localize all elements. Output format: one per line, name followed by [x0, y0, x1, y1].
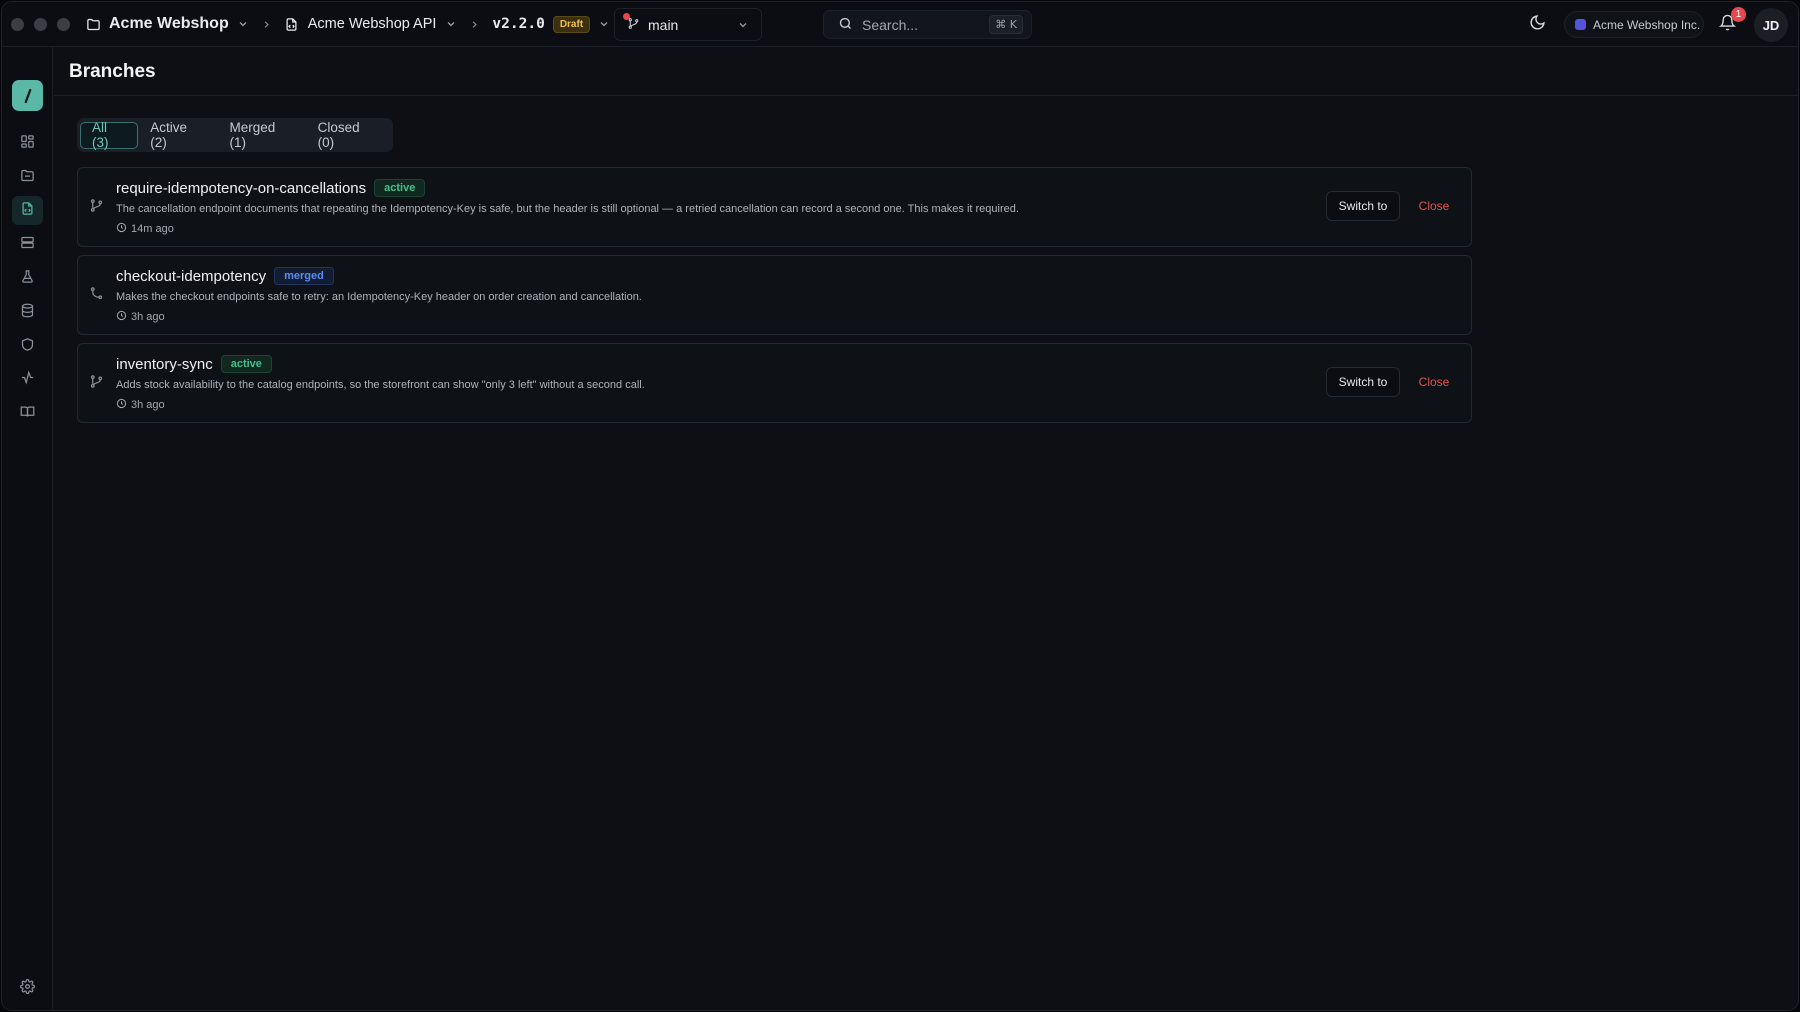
tab-all[interactable]: All (3)	[80, 120, 139, 150]
clock-icon	[116, 398, 127, 412]
page-title: Branches	[69, 60, 156, 82]
chevron-right-icon	[261, 19, 272, 30]
unsaved-indicator	[623, 13, 630, 20]
project-switcher[interactable]: Acme Webshop	[86, 9, 249, 39]
branch-card[interactable]: checkout-idempotency merged Makes the ch…	[77, 255, 1472, 335]
branch-time: 14m ago	[131, 223, 174, 235]
dashboard-icon	[20, 134, 35, 154]
switch-to-button[interactable]: Switch to	[1326, 367, 1400, 397]
sidebar-item-testing[interactable]	[12, 264, 43, 293]
branch-timestamp: 3h ago	[116, 310, 165, 324]
git-branch-icon	[89, 198, 104, 218]
status-badge: active	[374, 179, 426, 197]
branch-name: require-idempotency-on-cancellations	[116, 179, 367, 197]
organization-name: Acme Webshop Inc.	[1593, 17, 1701, 32]
close-window-button[interactable]	[11, 17, 24, 31]
servers-icon	[20, 235, 35, 255]
gear-icon[interactable]	[20, 979, 35, 999]
branch-description: Makes the checkout endpoints safe to ret…	[116, 291, 642, 303]
main-content: Branches All (3) Active (2) Merged (1) C…	[54, 48, 1798, 1010]
chevron-down-icon	[598, 18, 610, 30]
maximize-window-button[interactable]	[57, 17, 70, 31]
branch-timestamp: 3h ago	[116, 398, 165, 412]
branch-filter-tabs: All (3) Active (2) Merged (1) Closed (0)	[77, 118, 393, 152]
organization-logo	[1575, 19, 1586, 30]
api-switcher[interactable]: Acme Webshop API	[284, 9, 458, 39]
api-file-icon	[284, 17, 299, 32]
branch-selector[interactable]: main	[614, 8, 762, 41]
top-bar: Acme Webshop Acme Webshop API v2.2.0 Dra…	[2, 2, 1798, 47]
sidebar-item-docs[interactable]	[12, 399, 43, 428]
app-window: Acme Webshop Acme Webshop API v2.2.0 Dra…	[1, 1, 1799, 1011]
current-branch: main	[648, 16, 679, 33]
moon-icon[interactable]	[1529, 14, 1546, 36]
switch-to-button[interactable]: Switch to	[1326, 191, 1400, 221]
window-controls	[11, 17, 70, 31]
sidebar-item-security[interactable]	[12, 332, 43, 361]
clock-icon	[116, 310, 127, 324]
sidebar-item-api[interactable]	[12, 196, 43, 225]
branch-timestamp: 14m ago	[116, 222, 174, 236]
tab-merged[interactable]: Merged (1)	[218, 120, 306, 150]
close-branch-button[interactable]: Close	[1411, 191, 1457, 221]
folder-icon	[20, 168, 35, 188]
notification-badge: 1	[1731, 7, 1746, 22]
sidebar-item-monitoring[interactable]	[12, 365, 43, 394]
close-branch-button[interactable]: Close	[1411, 367, 1457, 397]
sidebar-item-dashboard[interactable]	[12, 129, 43, 158]
sidebar-item-files[interactable]	[12, 163, 43, 192]
book-icon	[20, 404, 35, 424]
chevron-down-icon	[237, 18, 249, 30]
sidebar	[2, 47, 53, 1010]
branch-card[interactable]: inventory-sync active Adds stock availab…	[77, 343, 1472, 423]
chevron-right-icon	[469, 19, 480, 30]
flask-icon	[20, 269, 35, 289]
api-name: Acme Webshop API	[307, 16, 437, 32]
search-placeholder: Search...	[862, 16, 919, 33]
git-branch-icon	[89, 374, 104, 394]
api-file-icon	[20, 201, 35, 221]
branch-name: inventory-sync	[116, 355, 213, 373]
branch-description: Adds stock availability to the catalog e…	[116, 379, 645, 391]
folder-icon	[86, 17, 101, 32]
activity-icon	[20, 369, 35, 390]
branch-card[interactable]: require-idempotency-on-cancellations act…	[77, 167, 1472, 247]
tab-active[interactable]: Active (2)	[138, 120, 217, 150]
status-badge: active	[220, 355, 272, 373]
chevron-down-icon	[737, 19, 749, 31]
database-icon	[20, 303, 35, 323]
project-name: Acme Webshop	[109, 15, 229, 32]
clock-icon	[116, 222, 127, 236]
app-logo[interactable]	[12, 80, 43, 111]
shield-icon	[20, 337, 35, 357]
version-switcher[interactable]: v2.2.0 Draft	[492, 9, 610, 39]
search-input[interactable]: Search... ⌘ K	[823, 10, 1032, 39]
git-merge-icon	[89, 286, 104, 306]
sidebar-item-servers[interactable]	[12, 230, 43, 259]
draft-badge: Draft	[552, 15, 591, 33]
sidebar-item-database[interactable]	[12, 298, 43, 327]
minimize-window-button[interactable]	[34, 17, 47, 31]
tab-closed[interactable]: Closed (0)	[306, 120, 390, 150]
version-label: v2.2.0	[492, 16, 545, 32]
branch-description: The cancellation endpoint documents that…	[116, 203, 1019, 215]
page-header: Branches	[54, 48, 1798, 96]
branch-time: 3h ago	[131, 399, 165, 411]
branch-name: checkout-idempotency	[116, 267, 267, 285]
chevron-down-icon	[445, 18, 457, 30]
organization-switcher[interactable]: Acme Webshop Inc.	[1564, 11, 1704, 38]
search-shortcut: ⌘ K	[989, 15, 1023, 34]
user-avatar[interactable]: JD	[1754, 8, 1788, 42]
branch-time: 3h ago	[131, 311, 165, 323]
status-badge: merged	[274, 267, 334, 285]
search-icon	[838, 16, 853, 34]
